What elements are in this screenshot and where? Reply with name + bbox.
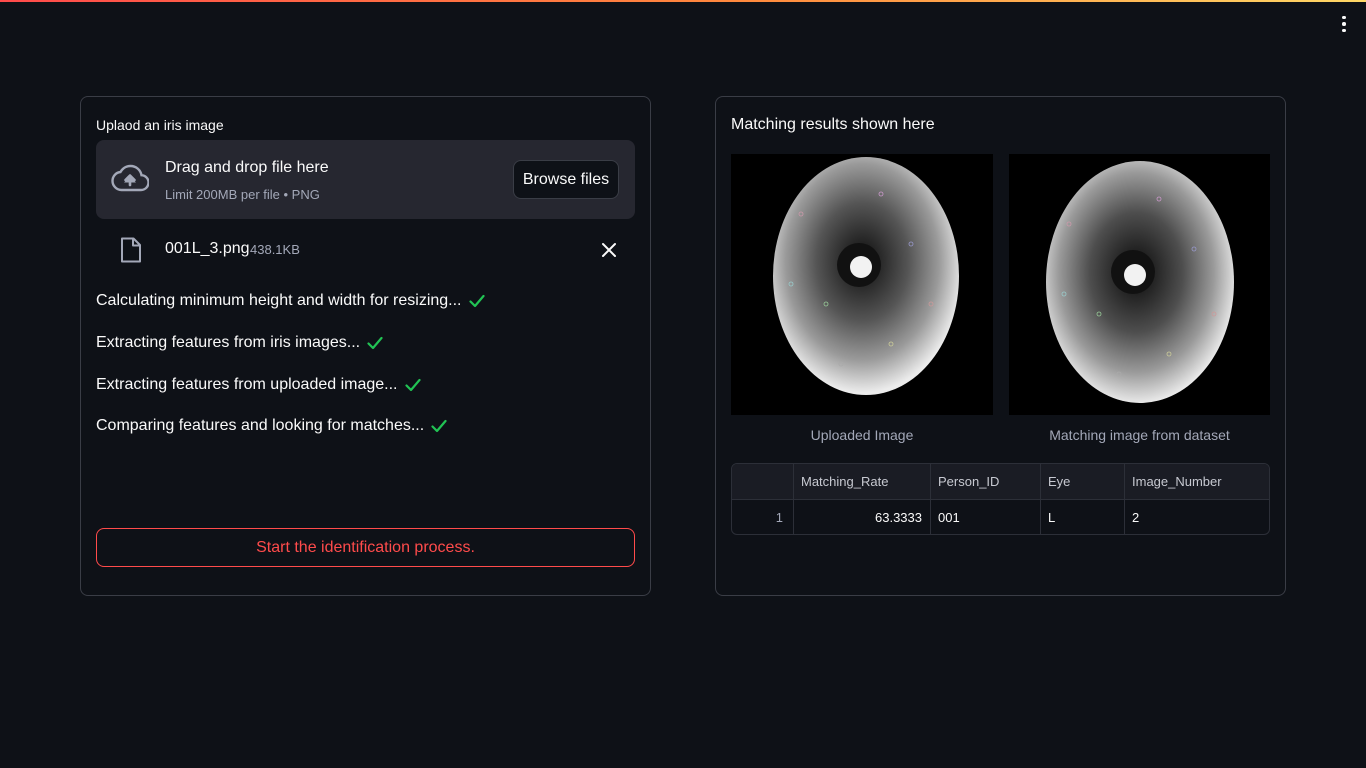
table-header-eye[interactable]: Eye [1041,464,1125,500]
results-panel: Matching results shown here Uploaded Ima… [715,96,1286,596]
table-cell-matching-rate[interactable]: 63.3333 [794,500,931,534]
cloud-upload-icon [111,164,149,192]
status-line-upload-features: Extracting features from uploaded image.… [96,376,421,394]
table-header-index[interactable] [732,464,794,500]
close-icon[interactable] [599,240,619,260]
results-table[interactable]: Matching_Rate Person_ID Eye Image_Number… [731,463,1270,535]
dropzone-limit-text: Limit 200MB per file • PNG [165,187,320,202]
dropzone-title: Drag and drop file here [165,159,329,176]
matching-iris-image [1009,154,1270,415]
status-line-dataset-features: Extracting features from iris images... [96,334,383,352]
table-header-person-id[interactable]: Person_ID [931,464,1041,500]
uploaded-iris-image [731,154,993,415]
check-icon [404,378,421,392]
status-line-resizing: Calculating minimum height and width for… [96,292,485,310]
status-text: Extracting features from iris images... [96,334,361,351]
matching-image-caption: Matching image from dataset [1049,427,1230,443]
browse-files-button[interactable]: Browse files [513,160,619,199]
uploaded-image-caption: Uploaded Image [810,427,914,443]
upload-panel: Uplaod an iris image Drag and drop file … [80,96,651,596]
table-cell-eye[interactable]: L [1041,500,1125,534]
uploader-label: Uplaod an iris image [96,117,224,133]
file-icon [121,237,141,263]
menu-dot [1342,28,1346,33]
file-dropzone[interactable]: Drag and drop file here Limit 200MB per … [96,140,635,219]
top-decoration-stripe [0,0,1366,2]
menu-dots-icon [1342,15,1346,20]
status-text: Calculating minimum height and width for… [96,292,462,309]
uploaded-file-name: 001L_3.png [165,240,250,257]
status-line-comparing: Comparing features and looking for match… [96,417,447,435]
table-header-image-number[interactable]: Image_Number [1125,464,1269,500]
table-row-index: 1 [732,500,794,534]
status-text: Comparing features and looking for match… [96,417,425,434]
uploaded-file-row: 001L_3.png 438.1KB [96,235,635,265]
check-icon [367,336,383,350]
table-cell-image-number[interactable]: 2 [1125,500,1269,534]
results-title: Matching results shown here [731,116,935,133]
check-icon [431,419,447,433]
status-text: Extracting features from uploaded image.… [96,376,398,393]
table-cell-person-id[interactable]: 001 [931,500,1041,534]
table-header-matching-rate[interactable]: Matching_Rate [794,464,931,500]
main-menu-button[interactable] [1330,12,1358,36]
check-icon [468,294,485,308]
uploaded-file-size: 438.1KB [250,242,300,257]
menu-dot [1342,22,1346,26]
start-identification-button[interactable]: Start the identification process. [96,528,635,567]
